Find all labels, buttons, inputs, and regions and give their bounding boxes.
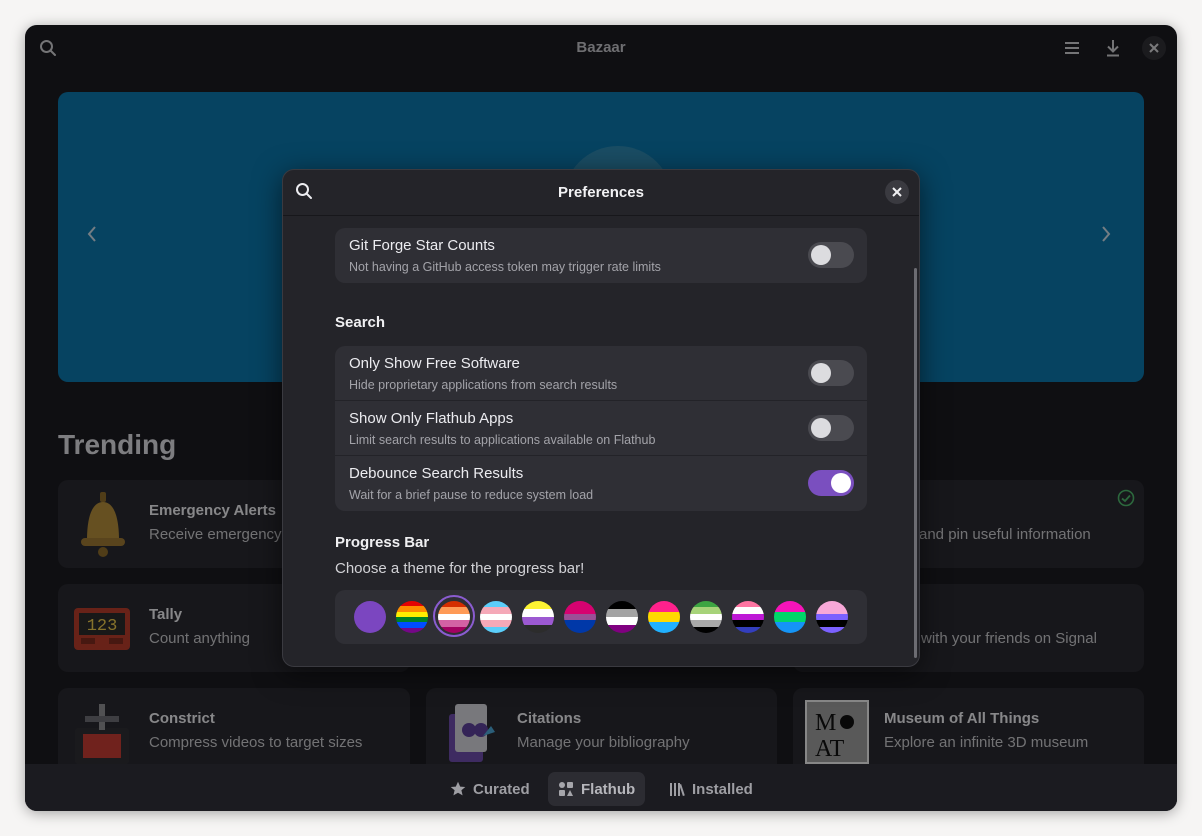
theme-swatch-transgender[interactable]	[480, 601, 512, 633]
tab-flathub[interactable]: Flathub	[548, 772, 646, 806]
theme-swatch-accent[interactable]	[354, 601, 386, 633]
search-group: Only Show Free Software Hide proprietary…	[335, 346, 867, 511]
close-icon	[892, 187, 902, 197]
theme-swatch-bisexual[interactable]	[564, 601, 596, 633]
library-icon	[670, 783, 685, 797]
theme-swatch-nonbinary[interactable]	[522, 601, 554, 633]
free-software-row[interactable]: Only Show Free Software Hide proprietary…	[335, 346, 867, 401]
dialog-title: Preferences	[558, 184, 644, 201]
preferences-dialog: Preferences Git Forge Star Counts Not ha…	[282, 169, 920, 667]
debounce-switch[interactable]	[808, 470, 854, 496]
theme-swatch-rainbow[interactable]	[396, 601, 428, 633]
dialog-close-button[interactable]	[885, 180, 909, 204]
git-forge-switch[interactable]	[808, 242, 854, 268]
flathub-only-row[interactable]: Show Only Flathub Apps Limit search resu…	[335, 401, 867, 456]
theme-swatch-aromantic[interactable]	[690, 601, 722, 633]
theme-swatch-genderfluid[interactable]	[732, 601, 764, 633]
git-forge-group: Git Forge Star Counts Not having a GitHu…	[335, 228, 867, 283]
theme-swatch-genderqueer-variant[interactable]	[816, 601, 848, 633]
progress-section-heading: Progress Bar	[335, 534, 430, 551]
tab-curated[interactable]: Curated	[440, 772, 540, 806]
search-section-heading: Search	[335, 314, 386, 331]
free-software-switch[interactable]	[808, 360, 854, 386]
theme-swatch-asexual[interactable]	[606, 601, 638, 633]
dialog-header: Preferences	[283, 170, 919, 216]
debounce-row[interactable]: Debounce Search Results Wait for a brief…	[335, 456, 867, 511]
scrollbar[interactable]	[914, 268, 917, 658]
flathub-icon	[559, 782, 573, 796]
view-switcher: Curated Flathub Installed	[25, 764, 1177, 811]
flathub-only-switch[interactable]	[808, 415, 854, 441]
theme-swatch-lesbian[interactable]	[438, 601, 470, 633]
progress-theme-picker	[335, 590, 867, 644]
git-forge-row[interactable]: Git Forge Star Counts Not having a GitHu…	[335, 228, 867, 283]
progress-section-subtitle: Choose a theme for the progress bar!	[335, 560, 585, 577]
tab-installed[interactable]: Installed	[659, 772, 763, 806]
star-icon	[450, 781, 466, 796]
theme-swatch-polysexual[interactable]	[774, 601, 806, 633]
theme-swatch-pansexual[interactable]	[648, 601, 680, 633]
